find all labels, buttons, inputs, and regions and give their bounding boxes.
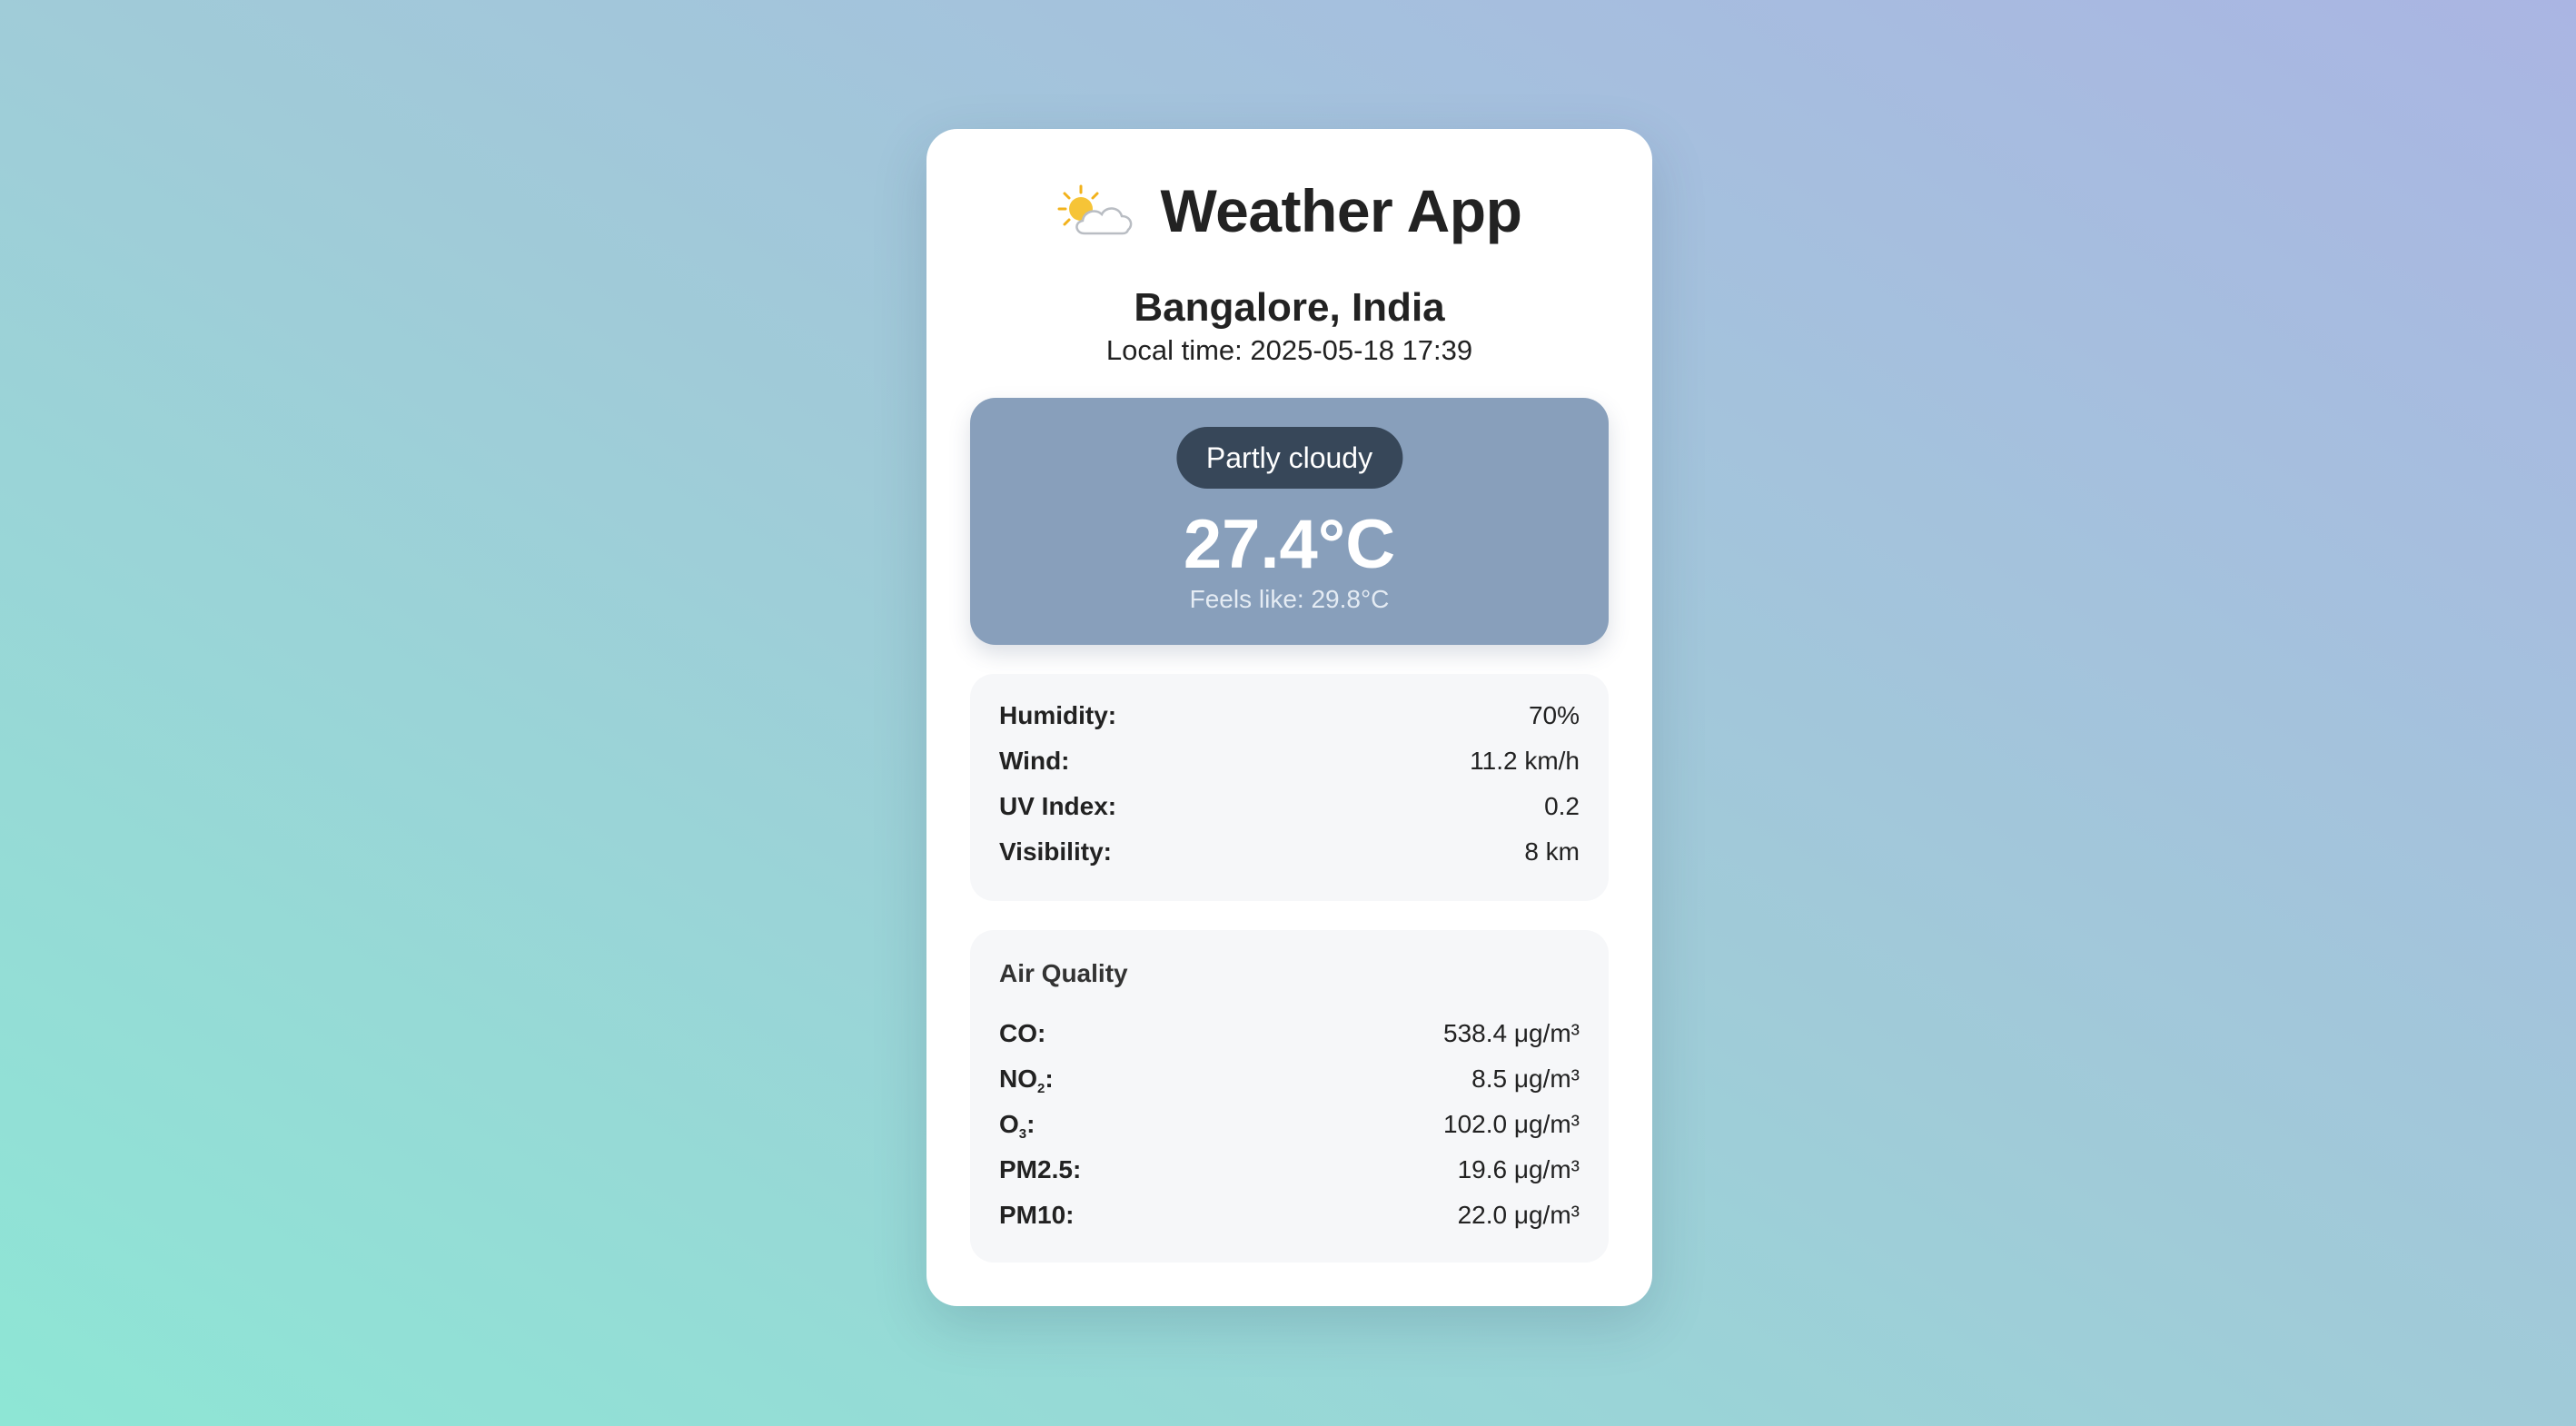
stat-label: Humidity: <box>999 701 1117 729</box>
stat-value: 70% <box>1528 701 1580 729</box>
aq-value: 538.4 μg/m³ <box>1443 1019 1580 1047</box>
condition-badge: Partly cloudy <box>1175 427 1403 489</box>
local-time: Local time: 2025-05-18 17:39 <box>1105 334 1473 366</box>
aq-row-pm10: PM10: 22.0 μg/m³ <box>999 1201 1580 1230</box>
app-header: Weather App <box>926 176 1652 245</box>
aq-value: 22.0 μg/m³ <box>1457 1201 1580 1229</box>
aq-label: PM2.5: <box>999 1155 1082 1183</box>
stat-value: 8 km <box>1524 837 1580 866</box>
aq-value: 102.0 μg/m³ <box>1443 1110 1580 1138</box>
stat-row-visibility: Visibility: 8 km <box>999 837 1580 866</box>
aq-row-co: CO: 538.4 μg/m³ <box>999 1019 1580 1048</box>
current-weather-panel: Partly cloudy 27.4°C Feels like: 29.8°C <box>970 398 1609 645</box>
air-quality-panel: Air Quality CO: 538.4 μg/m³ NO2: 8.5 μg/… <box>970 930 1609 1263</box>
stat-label: UV Index: <box>999 792 1117 820</box>
stat-row-humidity: Humidity: 70% <box>999 701 1580 730</box>
location-name: Bangalore, India <box>1134 285 1445 330</box>
aq-label: PM10: <box>999 1201 1075 1229</box>
air-quality-title: Air Quality <box>999 959 1128 987</box>
aq-value: 8.5 μg/m³ <box>1471 1065 1580 1093</box>
aq-row-no2: NO2: 8.5 μg/m³ <box>999 1065 1580 1096</box>
stat-label: Wind: <box>999 747 1070 775</box>
temperature: 27.4°C <box>1183 506 1396 583</box>
stat-label: Visibility: <box>999 837 1112 866</box>
sun-behind-cloud-icon <box>1057 183 1135 239</box>
stat-value: 11.2 km/h <box>1470 747 1580 775</box>
stat-row-wind: Wind: 11.2 km/h <box>999 747 1580 776</box>
aq-row-pm25: PM2.5: 19.6 μg/m³ <box>999 1155 1580 1184</box>
feels-like: Feels like: 29.8°C <box>1189 585 1390 613</box>
aq-label: NO2: <box>999 1065 1054 1096</box>
stat-row-uv-index: UV Index: 0.2 <box>999 792 1580 821</box>
aq-label: CO: <box>999 1019 1046 1047</box>
app-title: Weather App <box>1160 177 1522 244</box>
stat-value: 0.2 <box>1544 792 1580 820</box>
weather-card: Weather App Bangalore, India Local time:… <box>926 129 1652 1306</box>
weather-stats-panel: Humidity: 70% Wind: 11.2 km/h UV Index: … <box>970 674 1609 901</box>
aq-value: 19.6 μg/m³ <box>1457 1155 1580 1183</box>
aq-row-o3: O3: 102.0 μg/m³ <box>999 1110 1580 1142</box>
aq-label: O3: <box>999 1110 1035 1142</box>
